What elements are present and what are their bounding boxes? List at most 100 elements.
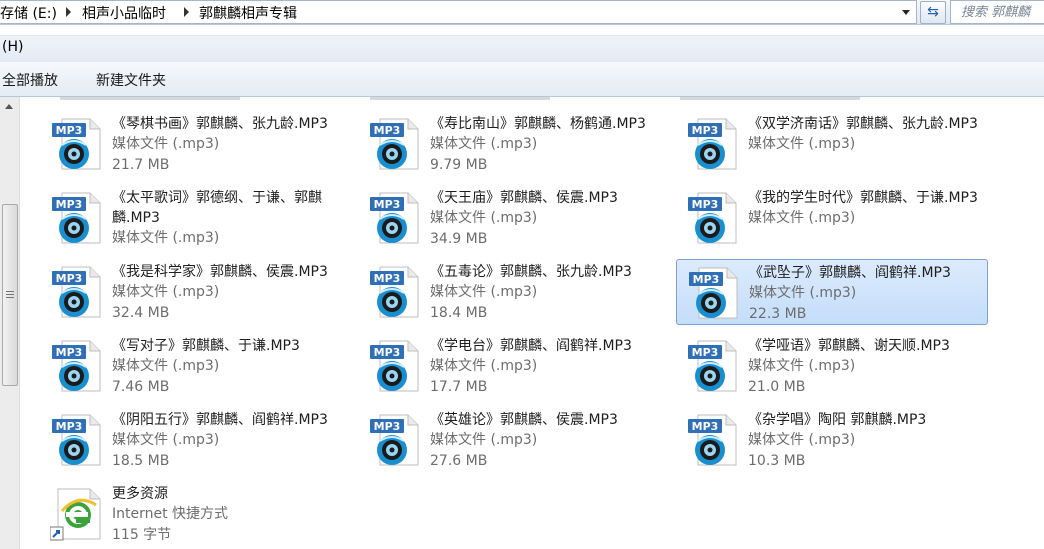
file-type: Internet 快捷方式 <box>112 506 229 522</box>
svg-text:MP3: MP3 <box>374 272 401 285</box>
breadcrumb-drive[interactable]: 存储 (E:) <box>0 3 57 23</box>
svg-text:MP3: MP3 <box>374 346 401 359</box>
search-input[interactable] <box>951 2 1044 23</box>
svg-text:MP3: MP3 <box>692 124 719 137</box>
mp3-file-icon: MP3 <box>52 192 101 244</box>
svg-text:MP3: MP3 <box>374 198 401 211</box>
svg-text:MP3: MP3 <box>56 272 83 285</box>
file-type: 媒体文件 (.mp3) <box>748 358 856 374</box>
breadcrumb[interactable]: 存储 (E:) 相声小品临时 郭麒麟相声专辑 <box>0 0 917 24</box>
file-type: 媒体文件 (.mp3) <box>112 284 220 300</box>
svg-text:MP3: MP3 <box>374 420 401 433</box>
file-type: 媒体文件 (.mp3) <box>430 358 538 374</box>
vertical-scrollbar[interactable] <box>0 97 20 549</box>
file-item[interactable]: MP3 《我的学生时代》郭麒麟、于谦.MP3 媒体文件 (.mp3) <box>676 185 988 251</box>
shortcut-item[interactable]: 更多资源 Internet 快捷方式 115 字节 <box>40 481 352 547</box>
file-name: 《阴阳五行》郭麒麟、阎鹤祥.MP3 <box>112 412 328 428</box>
command-bar: 全部播放 新建文件夹 <box>0 62 1044 97</box>
file-size: 27.6 MB <box>430 453 488 469</box>
svg-text:MP3: MP3 <box>692 346 719 359</box>
file-type: 媒体文件 (.mp3) <box>112 432 220 448</box>
menu-bar: (H) <box>0 35 1044 63</box>
svg-text:MP3: MP3 <box>56 198 83 211</box>
file-item[interactable]: MP3 《琴棋书画》郭麒麟、张九龄.MP3 媒体文件 (.mp3) 21.7 MB <box>40 111 352 177</box>
svg-text:MP3: MP3 <box>56 346 83 359</box>
menu-help[interactable]: (H) <box>2 39 23 55</box>
breadcrumb-folder[interactable]: 相声小品临时 <box>82 3 166 23</box>
mp3-file-icon: MP3 <box>688 118 737 170</box>
breadcrumb-current-folder[interactable]: 郭麒麟相声专辑 <box>199 3 297 23</box>
file-type: 媒体文件 (.mp3) <box>112 230 220 246</box>
file-type: 媒体文件 (.mp3) <box>112 136 220 152</box>
search-box[interactable] <box>950 0 1044 24</box>
file-size: 10.3 MB <box>748 453 806 469</box>
file-name: 《我的学生时代》郭麒麟、于谦.MP3 <box>748 190 978 206</box>
file-type: 媒体文件 (.mp3) <box>112 358 220 374</box>
file-item[interactable]: MP3 《写对子》郭麒麟、于谦.MP3 媒体文件 (.mp3) 7.46 MB <box>40 333 352 399</box>
file-name: 《英雄论》郭麒麟、侯震.MP3 <box>430 412 618 428</box>
file-size: 9.79 MB <box>430 157 488 173</box>
file-size: 32.4 MB <box>112 305 170 321</box>
file-size: 18.5 MB <box>112 453 170 469</box>
file-item[interactable]: MP3 《英雄论》郭麒麟、侯震.MP3 媒体文件 (.mp3) 27.6 MB <box>358 407 670 473</box>
refresh-button[interactable]: ⇆ <box>920 1 946 24</box>
mp3-file-icon: MP3 <box>370 414 419 466</box>
file-item[interactable]: MP3 《双学济南话》郭麒麟、张九龄.MP3 媒体文件 (.mp3) <box>676 111 988 177</box>
file-type: 媒体文件 (.mp3) <box>748 210 856 226</box>
file-item[interactable]: MP3 《阴阳五行》郭麒麟、阎鹤祥.MP3 媒体文件 (.mp3) 18.5 MB <box>40 407 352 473</box>
mp3-file-icon: MP3 <box>689 267 738 319</box>
mp3-file-icon: MP3 <box>52 414 101 466</box>
mp3-file-icon: MP3 <box>688 340 737 392</box>
file-type: 媒体文件 (.mp3) <box>748 432 856 448</box>
file-size: 7.46 MB <box>112 379 170 395</box>
address-history-dropdown-icon[interactable] <box>898 4 914 20</box>
file-item[interactable]: MP3 《武坠子》郭麒麟、阎鹤祥.MP3 媒体文件 (.mp3) 22.3 MB <box>676 259 988 325</box>
file-name: 《寿比南山》郭麒麟、杨鹤通.MP3 <box>430 116 646 132</box>
file-name: 《学哑语》郭麒麟、谢天顺.MP3 <box>748 338 950 354</box>
file-list: MP3 《琴棋书画》郭麒麟、张九龄.MP3 媒体文件 (.mp3) 21.7 MB MP… <box>20 97 1044 549</box>
file-item[interactable]: MP3 《我是科学家》郭麒麟、侯震.MP3 媒体文件 (.mp3) 32.4 MB <box>40 259 352 325</box>
file-type: 媒体文件 (.mp3) <box>748 136 856 152</box>
svg-text:MP3: MP3 <box>374 124 401 137</box>
file-item[interactable]: MP3 《五毒论》郭麒麟、张九龄.MP3 媒体文件 (.mp3) 18.4 MB <box>358 259 670 325</box>
file-type: 媒体文件 (.mp3) <box>749 285 857 301</box>
breadcrumb-separator-icon[interactable] <box>184 7 189 17</box>
file-size: 115 字节 <box>112 527 172 543</box>
file-size: 22.3 MB <box>749 306 807 322</box>
svg-text:MP3: MP3 <box>693 273 720 286</box>
file-name: 《武坠子》郭麒麟、阎鹤祥.MP3 <box>749 265 951 281</box>
partially-hidden-row-edge <box>60 97 860 100</box>
breadcrumb-separator-icon[interactable] <box>66 7 71 17</box>
file-name: 《五毒论》郭麒麟、张九龄.MP3 <box>430 264 632 280</box>
file-item[interactable]: MP3 《杂学唱》陶阳 郭麒麟.MP3 媒体文件 (.mp3) 10.3 MB <box>676 407 988 473</box>
file-name: 《我是科学家》郭麒麟、侯震.MP3 <box>112 264 328 280</box>
refresh-icon: ⇆ <box>927 4 939 20</box>
address-bar: 存储 (E:) 相声小品临时 郭麒麟相声专辑 ⇆ <box>0 0 1044 25</box>
mp3-file-icon: MP3 <box>52 266 101 318</box>
file-type: 媒体文件 (.mp3) <box>430 210 538 226</box>
svg-text:MP3: MP3 <box>56 124 83 137</box>
file-type: 媒体文件 (.mp3) <box>430 432 538 448</box>
file-name: 《学电台》郭麒麟、阎鹤祥.MP3 <box>430 338 632 354</box>
file-type: 媒体文件 (.mp3) <box>430 284 538 300</box>
file-item[interactable]: MP3 《太平歌词》郭德纲、于谦、郭麒麟.MP3 媒体文件 (.mp3) <box>40 185 352 251</box>
file-name: 《琴棋书画》郭麒麟、张九龄.MP3 <box>112 116 328 132</box>
file-name: 《杂学唱》陶阳 郭麒麟.MP3 <box>748 412 927 428</box>
file-size: 18.4 MB <box>430 305 488 321</box>
scroll-grip-icon <box>6 291 14 292</box>
new-folder-button[interactable]: 新建文件夹 <box>96 70 166 90</box>
mp3-file-icon: MP3 <box>52 118 101 170</box>
mp3-file-icon: MP3 <box>52 340 101 392</box>
play-all-button[interactable]: 全部播放 <box>2 70 58 90</box>
file-name: 《写对子》郭麒麟、于谦.MP3 <box>112 338 300 354</box>
mp3-file-icon: MP3 <box>370 192 419 244</box>
file-size: 21.0 MB <box>748 379 806 395</box>
scroll-up-arrow-icon[interactable] <box>5 104 13 109</box>
file-size: 21.7 MB <box>112 157 170 173</box>
file-type: 媒体文件 (.mp3) <box>430 136 538 152</box>
file-item[interactable]: MP3 《学电台》郭麒麟、阎鹤祥.MP3 媒体文件 (.mp3) 17.7 MB <box>358 333 670 399</box>
file-item[interactable]: MP3 《天王庙》郭麒麟、侯震.MP3 媒体文件 (.mp3) 34.9 MB <box>358 185 670 251</box>
scroll-thumb[interactable] <box>2 204 18 386</box>
file-item[interactable]: MP3 《寿比南山》郭麒麟、杨鹤通.MP3 媒体文件 (.mp3) 9.79 MB <box>358 111 670 177</box>
file-item[interactable]: MP3 《学哑语》郭麒麟、谢天顺.MP3 媒体文件 (.mp3) 21.0 MB <box>676 333 988 399</box>
